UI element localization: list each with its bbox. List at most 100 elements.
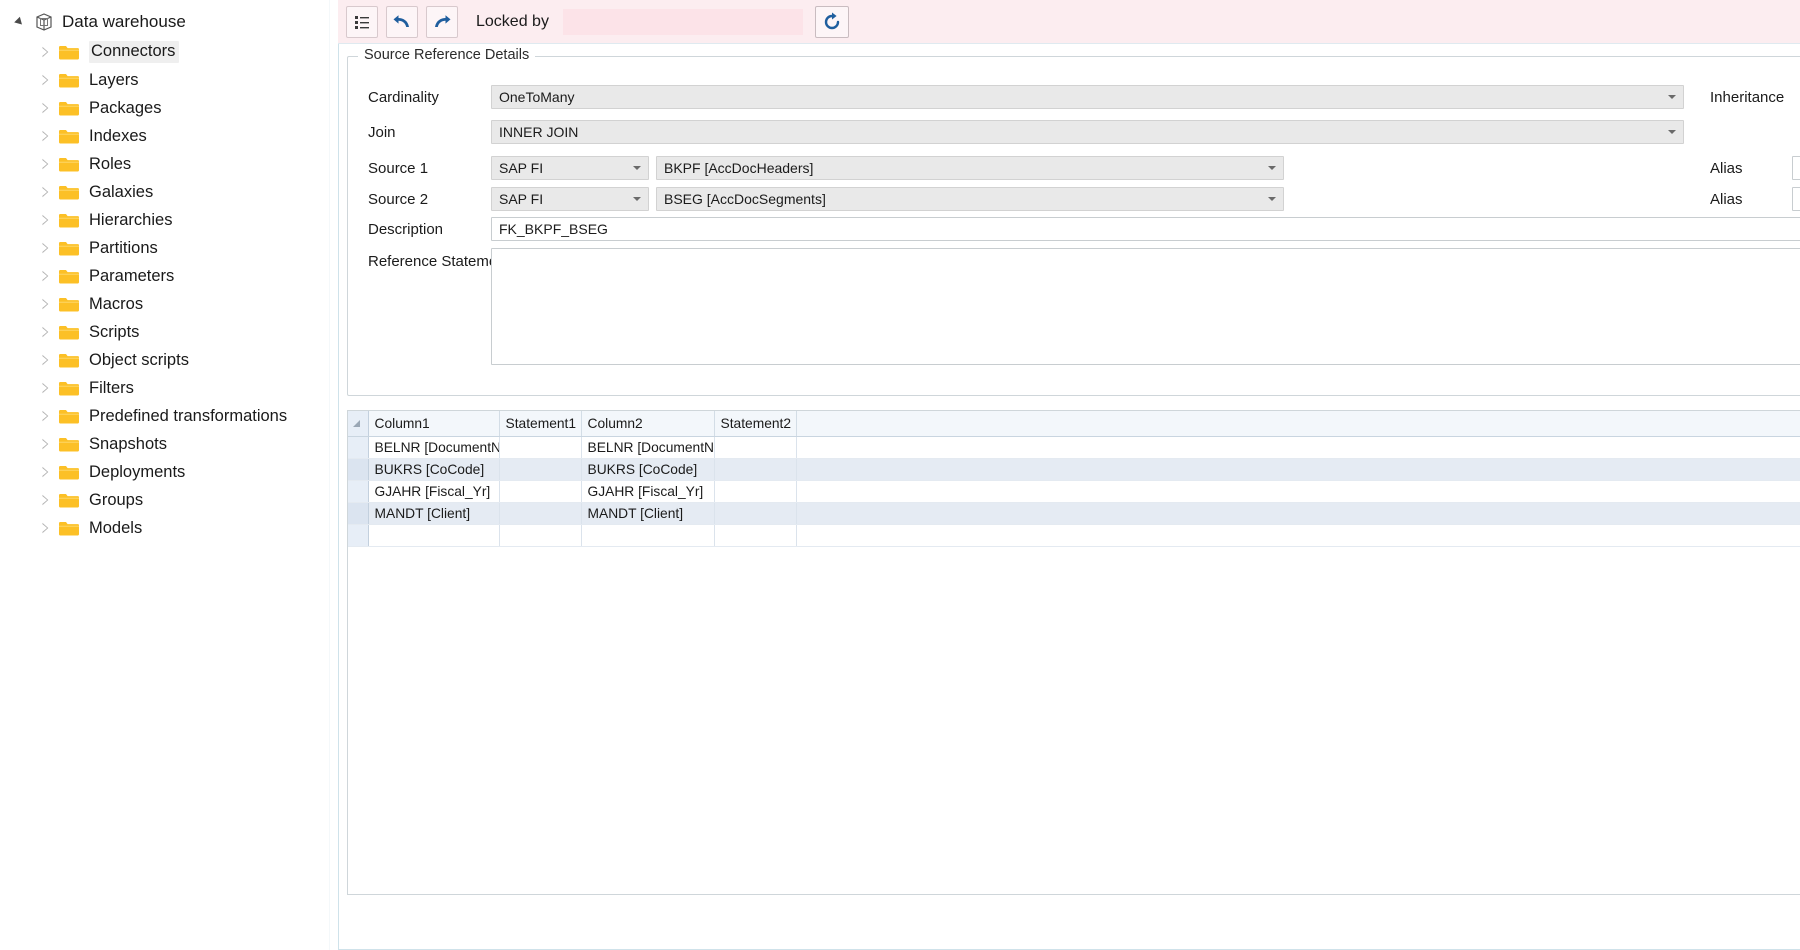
cell-column2[interactable] [581, 524, 714, 546]
table-row[interactable]: BUKRS [CoCode] BUKRS [CoCode] [348, 458, 1800, 480]
expand-arrow-icon[interactable] [38, 437, 52, 451]
expand-arrow-icon[interactable] [38, 45, 52, 59]
expand-arrow-icon[interactable] [38, 465, 52, 479]
column-header-filler [796, 411, 1800, 436]
description-input[interactable]: FK_BKPF_BSEG [491, 217, 1800, 241]
expand-arrow-icon[interactable] [38, 157, 52, 171]
reference-statement-textarea[interactable] [491, 248, 1800, 365]
cell-column1[interactable]: BELNR [DocumentNo] [368, 436, 499, 458]
expand-arrow-icon[interactable] [38, 381, 52, 395]
expand-arrow-icon[interactable] [38, 213, 52, 227]
source1-connector-combo[interactable]: SAP FI [491, 156, 649, 180]
cell-statement1[interactable] [499, 458, 581, 480]
table-row[interactable]: GJAHR [Fiscal_Yr] GJAHR [Fiscal_Yr] [348, 480, 1800, 502]
cell-column1[interactable]: MANDT [Client] [368, 502, 499, 524]
column-mapping-grid[interactable]: Column1 Statement1 Column2 Statement2 BE… [347, 410, 1800, 895]
source1-connector-value: SAP FI [499, 160, 543, 176]
cell-column2[interactable]: BELNR [DocumentNo] [581, 436, 714, 458]
sidebar-item-layers[interactable]: Layers [0, 66, 329, 94]
sidebar-item-snapshots[interactable]: Snapshots [0, 430, 329, 458]
source1-alias-input[interactable] [1792, 156, 1800, 180]
expand-arrow-icon[interactable] [38, 129, 52, 143]
expand-arrow-icon[interactable] [38, 297, 52, 311]
tree-root-data-warehouse[interactable]: Data warehouse [0, 6, 329, 38]
cell-filler [796, 480, 1800, 502]
expand-arrow-icon[interactable] [38, 493, 52, 507]
expand-arrow-icon[interactable] [38, 521, 52, 535]
cell-column2[interactable]: GJAHR [Fiscal_Yr] [581, 480, 714, 502]
table-row[interactable]: BELNR [DocumentNo] BELNR [DocumentNo] [348, 436, 1800, 458]
cell-statement1[interactable] [499, 524, 581, 546]
cell-column1[interactable]: GJAHR [Fiscal_Yr] [368, 480, 499, 502]
expand-arrow-icon[interactable] [38, 269, 52, 283]
source-reference-editor: Source Reference Details Cardinality One… [338, 44, 1800, 950]
column-header-statement2[interactable]: Statement2 [714, 411, 796, 436]
expand-arrow-icon[interactable] [38, 185, 52, 199]
sidebar-item-connectors[interactable]: Connectors [0, 38, 329, 66]
locked-by-input[interactable] [563, 9, 803, 35]
sidebar-item-hierarchies[interactable]: Hierarchies [0, 206, 329, 234]
sidebar-item-filters[interactable]: Filters [0, 374, 329, 402]
sidebar-item-models[interactable]: Models [0, 514, 329, 542]
table-row[interactable] [348, 524, 1800, 546]
redo-button[interactable] [426, 6, 458, 38]
undo-button[interactable] [386, 6, 418, 38]
row-selector-cell[interactable] [348, 524, 368, 546]
column-header-column1[interactable]: Column1 [368, 411, 499, 436]
sidebar-item-predefined-transformations[interactable]: Predefined transformations [0, 402, 329, 430]
cell-statement1[interactable] [499, 480, 581, 502]
expand-arrow-icon[interactable] [38, 73, 52, 87]
column-header-statement1[interactable]: Statement1 [499, 411, 581, 436]
row-selector-cell[interactable] [348, 436, 368, 458]
expand-arrow-icon[interactable] [38, 101, 52, 115]
sidebar-item-scripts[interactable]: Scripts [0, 318, 329, 346]
refresh-button[interactable] [815, 6, 849, 38]
row-selector-cell[interactable] [348, 458, 368, 480]
sidebar-item-galaxies[interactable]: Galaxies [0, 178, 329, 206]
sidebar-item-roles[interactable]: Roles [0, 150, 329, 178]
sidebar-item-parameters[interactable]: Parameters [0, 262, 329, 290]
folder-icon [58, 520, 80, 537]
cell-column2[interactable]: BUKRS [CoCode] [581, 458, 714, 480]
sidebar-item-macros[interactable]: Macros [0, 290, 329, 318]
mapping-table: Column1 Statement1 Column2 Statement2 BE… [348, 411, 1800, 547]
expand-collapse-arrow-icon[interactable] [14, 14, 30, 30]
cardinality-combo[interactable]: OneToMany [491, 85, 1684, 109]
properties-list-button[interactable] [346, 6, 378, 38]
cell-statement1[interactable] [499, 502, 581, 524]
cell-statement2[interactable] [714, 502, 796, 524]
column-header-column2[interactable]: Column2 [581, 411, 714, 436]
chevron-down-icon [1668, 95, 1676, 99]
row-selector-cell[interactable] [348, 480, 368, 502]
grid-select-all-corner[interactable] [348, 411, 368, 436]
cell-statement2[interactable] [714, 436, 796, 458]
expand-arrow-icon[interactable] [38, 353, 52, 367]
sidebar-item-indexes[interactable]: Indexes [0, 122, 329, 150]
table-row[interactable]: MANDT [Client] MANDT [Client] [348, 502, 1800, 524]
expand-arrow-icon[interactable] [38, 241, 52, 255]
source1-object-combo[interactable]: BKPF [AccDocHeaders] [656, 156, 1284, 180]
sidebar-item-object-scripts[interactable]: Object scripts [0, 346, 329, 374]
sidebar-item-deployments[interactable]: Deployments [0, 458, 329, 486]
sidebar-item-partitions[interactable]: Partitions [0, 234, 329, 262]
cell-column1[interactable] [368, 524, 499, 546]
cardinality-label: Cardinality [368, 89, 439, 106]
cell-statement2[interactable] [714, 524, 796, 546]
sidebar-item-packages[interactable]: Packages [0, 94, 329, 122]
expand-arrow-icon[interactable] [38, 409, 52, 423]
cell-statement2[interactable] [714, 480, 796, 502]
source2-connector-combo[interactable]: SAP FI [491, 187, 649, 211]
join-combo[interactable]: INNER JOIN [491, 120, 1684, 144]
cell-statement2[interactable] [714, 458, 796, 480]
cell-column1[interactable]: BUKRS [CoCode] [368, 458, 499, 480]
cell-column2[interactable]: MANDT [Client] [581, 502, 714, 524]
source2-alias-input[interactable] [1792, 187, 1800, 211]
source2-object-combo[interactable]: BSEG [AccDocSegments] [656, 187, 1284, 211]
row-selector-cell[interactable] [348, 502, 368, 524]
source1-label: Source 1 [368, 160, 428, 177]
sidebar-item-label: Scripts [89, 323, 139, 342]
cell-statement1[interactable] [499, 436, 581, 458]
expand-arrow-icon[interactable] [38, 325, 52, 339]
source2-alias-label: Alias [1710, 191, 1743, 208]
sidebar-item-groups[interactable]: Groups [0, 486, 329, 514]
